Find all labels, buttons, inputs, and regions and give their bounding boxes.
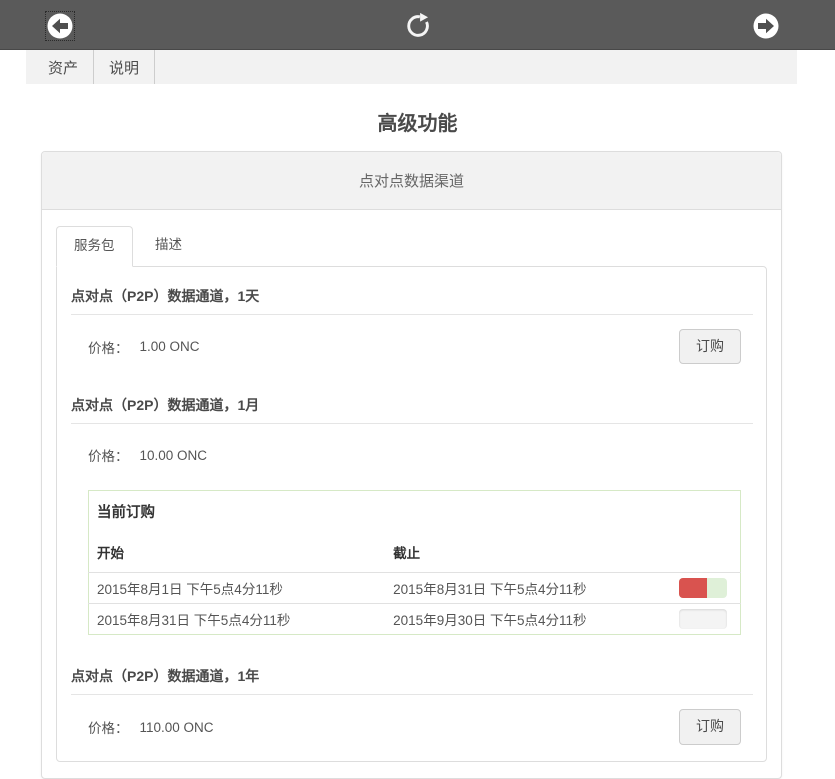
current-orders-table: 当前订购 开始 截止 2015年8月1日 下午5点4分11秒 20 xyxy=(88,490,741,635)
tab-description[interactable]: 描述 xyxy=(137,225,200,266)
back-button[interactable] xyxy=(47,13,73,39)
panel-heading: 点对点数据渠道 xyxy=(42,152,781,210)
forward-button[interactable] xyxy=(753,13,779,39)
page-title: 高级功能 xyxy=(0,107,835,136)
price-value: 10.00 ONC xyxy=(140,448,208,463)
package-body: 价格： 110.00 ONC 订购 xyxy=(71,709,753,745)
orders-table-caption: 当前订购 xyxy=(89,491,741,533)
column-header-start: 开始 xyxy=(89,532,386,573)
price-value: 110.00 ONC xyxy=(140,720,214,735)
order-end-date: 2015年9月30日 下午5点4分11秒 xyxy=(385,604,665,635)
order-row: 2015年8月1日 下午5点4分11秒 2015年8月31日 下午5点4分11秒 xyxy=(89,573,741,604)
order-progress-fill xyxy=(679,578,707,598)
package-title: 点对点（P2P）数据通道，1月 xyxy=(71,389,753,424)
service-packages-tab-panel: 点对点（P2P）数据通道，1天 价格： 1.00 ONC 订购 点对点（P2P）… xyxy=(56,266,767,762)
order-row: 2015年8月31日 下午5点4分11秒 2015年9月30日 下午5点4分11… xyxy=(89,604,741,635)
price-label: 价格： xyxy=(88,445,129,465)
package-body: 价格： 10.00 ONC 当前订购 开始 截止 xyxy=(71,438,753,635)
price-row: 价格： 110.00 ONC 订购 xyxy=(88,709,741,745)
package-body: 价格： 1.00 ONC 订购 xyxy=(71,329,753,365)
order-end-date: 2015年8月31日 下午5点4分11秒 xyxy=(385,573,665,604)
forward-arrow-icon xyxy=(753,27,779,42)
order-button-1year[interactable]: 订购 xyxy=(679,709,741,745)
p2p-channel-panel: 点对点数据渠道 服务包 描述 点对点（P2P）数据通道，1天 价格： 1.00 … xyxy=(41,151,782,779)
nav-item-instructions[interactable]: 说明 xyxy=(94,50,155,84)
back-arrow-icon xyxy=(47,27,73,42)
order-start-date: 2015年8月1日 下午5点4分11秒 xyxy=(89,573,386,604)
package-1month: 点对点（P2P）数据通道，1月 价格： 10.00 ONC 当前订购 xyxy=(71,389,753,635)
order-progress-bar xyxy=(679,609,727,629)
package-1year: 点对点（P2P）数据通道，1年 价格： 110.00 ONC 订购 xyxy=(71,660,753,745)
browser-toolbar xyxy=(0,0,835,50)
panel-tabs: 服务包 描述 xyxy=(56,225,767,266)
orders-header-row: 开始 截止 xyxy=(89,532,741,573)
column-header-end: 截止 xyxy=(385,532,665,573)
price-row: 价格： 10.00 ONC xyxy=(88,438,741,472)
package-title: 点对点（P2P）数据通道，1年 xyxy=(71,660,753,695)
panel-body: 服务包 描述 点对点（P2P）数据通道，1天 价格： 1.00 ONC 订购 点… xyxy=(42,210,781,778)
refresh-icon xyxy=(404,28,432,43)
price-label: 价格： xyxy=(88,717,129,737)
tab-service-packages[interactable]: 服务包 xyxy=(56,226,133,267)
price-label: 价格： xyxy=(88,337,129,357)
price-row: 价格： 1.00 ONC 订购 xyxy=(88,329,741,365)
package-title: 点对点（P2P）数据通道，1天 xyxy=(71,280,753,315)
order-progress-bar xyxy=(679,578,727,598)
price-value: 1.00 ONC xyxy=(140,339,200,354)
order-start-date: 2015年8月31日 下午5点4分11秒 xyxy=(89,604,386,635)
nav-item-assets[interactable]: 资产 xyxy=(33,50,94,84)
column-header-progress xyxy=(666,532,741,573)
package-1day: 点对点（P2P）数据通道，1天 价格： 1.00 ONC 订购 xyxy=(71,280,753,365)
refresh-button[interactable] xyxy=(404,12,432,40)
order-button-1day[interactable]: 订购 xyxy=(679,329,741,365)
nav-strip: 资产 说明 xyxy=(26,50,797,84)
